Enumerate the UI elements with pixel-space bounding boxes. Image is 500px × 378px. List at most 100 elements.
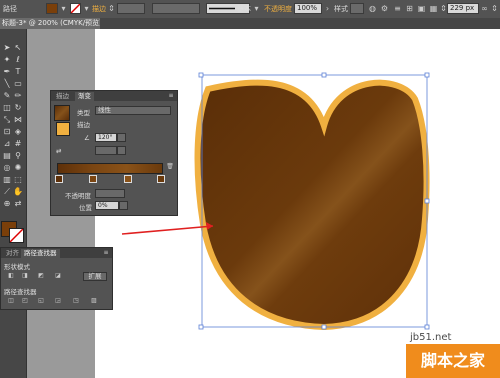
angle-field[interactable]: 120° [95,133,117,142]
lasso-tool-icon[interactable]: ℓ [13,55,23,65]
variable-width-dropdown[interactable] [152,3,200,14]
link-icon[interactable]: ∞ [480,4,489,13]
dropdown-arrow-icon[interactable]: ▾ [59,4,68,13]
stroke-label[interactable]: 描边 [92,4,106,14]
opacity-field[interactable]: 100% [294,3,322,14]
location-dropdown[interactable] [119,201,128,210]
hand-tool-icon[interactable]: ✋ [13,187,23,197]
bbox-handle [424,72,430,78]
isolate-icon[interactable]: ▣ [417,4,426,13]
shape-modes-label: 形状模式 [4,263,30,271]
eyedropper-tool-icon[interactable]: ⚲ [13,151,23,161]
heart-shape [194,79,430,331]
transform-icon[interactable]: ⊞ [405,4,414,13]
merge-icon[interactable]: ◱ [36,297,46,305]
unite-icon[interactable]: ◧ [6,272,16,280]
divide-icon[interactable]: ◫ [6,297,16,305]
scale-tool-icon[interactable]: ⤡ [2,115,12,125]
bbox-handle [424,324,430,330]
delete-stop-icon[interactable]: 🗑 [165,163,175,171]
width-field[interactable]: 229 px [447,3,479,14]
fill-color-swatch[interactable] [46,3,58,14]
tab-pathfinder[interactable]: 路径查找器 [21,249,60,258]
swap-colors-icon[interactable]: ⇄ [13,199,23,209]
symbol-sprayer-tool-icon[interactable]: ✺ [13,163,23,173]
gradient-stop[interactable] [157,175,165,183]
expand-button[interactable]: 扩展 [83,272,107,281]
gradient-tool-icon[interactable]: ▤ [2,151,12,161]
trim-icon[interactable]: ◰ [20,297,30,305]
stroke-preview-swatch[interactable] [56,122,70,136]
perspective-tool-icon[interactable]: ⊿ [2,139,12,149]
crop-icon[interactable]: ◲ [53,297,63,305]
angle-dropdown[interactable] [117,133,126,142]
dropdown-arrow-icon[interactable]: ▾ [252,4,261,13]
gradient-slider[interactable] [57,163,163,174]
opacity-label[interactable]: 不透明度 [264,4,292,14]
dropdown-arrow-icon[interactable]: ▾ [82,4,91,13]
eraser-tool-icon[interactable]: ◫ [2,103,12,113]
bbox-handle [321,72,327,78]
gradient-panel: 描边 渐变 ≡ 类型 线性 描边 ∠ 120° ⇄ 🗑 不透明度 位置 0% [50,90,178,216]
panel-menu-icon[interactable]: ≡ [101,249,111,257]
pen-tool-icon[interactable]: ✒ [2,67,12,77]
location-field[interactable]: 0% [95,201,119,210]
paintbrush-tool-icon[interactable]: ✎ [2,91,12,101]
gradient-type-dropdown[interactable]: 线性 [95,106,171,115]
gradient-stop[interactable] [55,175,63,183]
gradient-stop[interactable] [124,175,132,183]
recolor-icon[interactable]: ◍ [368,4,377,13]
tab-stroke[interactable]: 描边 [53,92,72,101]
dropdown-arrow-icon[interactable]: › [323,4,332,13]
rectangle-tool-icon[interactable]: ▭ [13,79,23,89]
type-tool-icon[interactable]: T [13,67,23,77]
reverse-gradient-icon[interactable]: ⇄ [56,147,61,155]
settings-icon[interactable]: ⚙ [380,4,389,13]
slice-tool-icon[interactable]: ⟋ [2,187,12,197]
stroke-swatch[interactable] [9,228,24,243]
blend-tool-icon[interactable]: ◎ [2,163,12,173]
graph-tool-icon[interactable]: ▥ [2,175,12,185]
aspect-dropdown[interactable] [117,146,126,155]
intersect-icon[interactable]: ◩ [36,272,46,280]
gradient-stop[interactable] [89,175,97,183]
brush-label: 基本 [237,5,251,13]
exclude-icon[interactable]: ◪ [53,272,63,280]
document-tab[interactable]: 标题-3* @ 200% (CMYK/预览) [0,18,100,29]
tab-align[interactable]: 对齐 [3,249,22,258]
magic-wand-tool-icon[interactable]: ✦ [2,55,12,65]
stroke-weight-field[interactable] [117,3,145,14]
width-tool-icon[interactable]: ⋈ [13,115,23,125]
stroke-color-swatch[interactable] [70,3,81,14]
reference-point-icon[interactable]: ▦ [429,4,438,13]
minus-front-icon[interactable]: ◨ [20,272,30,280]
mesh-tool-icon[interactable]: # [13,139,23,149]
selection-tool-icon[interactable]: ➤ [2,43,12,53]
location-label: 位置 [79,204,92,212]
stop-opacity-field[interactable] [95,189,125,198]
stepper-icon[interactable]: ⇕ [490,4,499,13]
direct-selection-tool-icon[interactable]: ↖ [13,43,23,53]
outline-icon[interactable]: ◳ [71,297,81,305]
artboard-tool-icon[interactable]: ⬚ [13,175,23,185]
panel-menu-icon[interactable]: ≡ [166,92,176,100]
tab-gradient[interactable]: 渐变 [75,92,94,101]
bbox-handle [198,324,204,330]
stepper-icon[interactable]: ⇕ [107,4,116,13]
style-swatch[interactable] [350,3,364,14]
free-transform-tool-icon[interactable]: ⊡ [2,127,12,137]
pencil-tool-icon[interactable]: ✏ [13,91,23,101]
align-icon[interactable]: ≡ [393,4,402,13]
bbox-handle [198,72,204,78]
minus-back-icon[interactable]: ▨ [89,297,99,305]
style-label: 样式 [334,5,348,13]
gradient-preview-swatch[interactable] [54,105,70,121]
shape-builder-tool-icon[interactable]: ◈ [13,127,23,137]
watermark-brand: 脚本之家 [406,344,500,378]
zoom-tool-icon[interactable]: ⊕ [2,199,12,209]
pathfinder-panel-tabs: 对齐 路径查找器 ≡ [1,248,112,258]
rotate-tool-icon[interactable]: ↻ [13,103,23,113]
watermark-site: jb51.net [410,332,452,343]
line-tool-icon[interactable]: ╲ [2,79,12,89]
aspect-field[interactable] [95,146,117,155]
